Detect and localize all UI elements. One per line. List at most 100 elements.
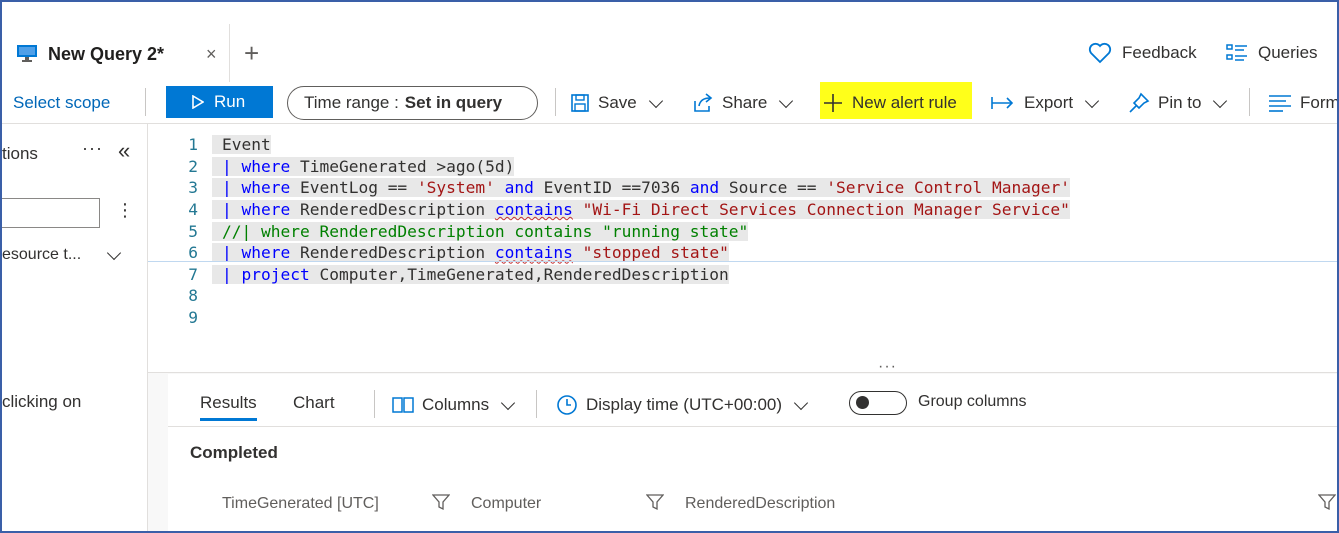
line-number: 7 bbox=[188, 264, 198, 284]
monitor-icon bbox=[17, 45, 37, 62]
divider bbox=[168, 426, 1337, 427]
time-range-picker[interactable]: Time range : Set in query bbox=[287, 86, 538, 120]
heart-icon bbox=[1088, 42, 1112, 64]
filter-icon[interactable] bbox=[1318, 493, 1336, 511]
tab-bar: New Query 2* × + Feedback Queries bbox=[2, 2, 1337, 82]
plus-icon bbox=[824, 94, 842, 112]
resource-filter-label: esource t... bbox=[2, 246, 82, 263]
code-text: | where TimeGenerated >ago(5d) bbox=[212, 156, 515, 176]
clock-icon bbox=[557, 395, 577, 415]
line-number: 6 bbox=[188, 243, 198, 263]
add-tab-icon[interactable]: + bbox=[244, 38, 259, 69]
query-editor[interactable]: 1 Event 2 | where TimeGenerated >ago(5d)… bbox=[148, 124, 1337, 370]
window-frame: New Query 2* × + Feedback Queries Select… bbox=[0, 0, 1339, 533]
new-alert-rule-button[interactable]: New alert rule bbox=[822, 92, 957, 114]
line-number: 1 bbox=[188, 135, 198, 155]
select-scope-link[interactable]: Select scope bbox=[13, 93, 110, 113]
save-label: Save bbox=[598, 93, 637, 112]
code-comment: //| where RenderedDescription contains "… bbox=[212, 221, 749, 241]
line-number: 8 bbox=[188, 286, 198, 306]
columns-icon bbox=[392, 397, 414, 413]
divider bbox=[1249, 88, 1250, 116]
time-range-value: Set in query bbox=[404, 93, 503, 112]
close-icon[interactable]: × bbox=[206, 44, 217, 65]
export-button[interactable]: Export bbox=[990, 92, 1100, 114]
pin-icon bbox=[1129, 92, 1150, 113]
chevron-down-icon bbox=[793, 395, 809, 410]
queries-button[interactable]: Queries bbox=[1226, 40, 1318, 66]
column-header-rendereddescription[interactable]: RenderedDescription bbox=[685, 495, 835, 513]
chevron-down-icon bbox=[107, 245, 122, 260]
toggle-knob bbox=[856, 396, 869, 409]
new-alert-rule-label: New alert rule bbox=[852, 93, 957, 112]
panel-hint: clicking on bbox=[2, 392, 82, 411]
code-text: | where RenderedDescription contains "st… bbox=[212, 243, 729, 263]
divider bbox=[536, 390, 537, 418]
queries-icon bbox=[1226, 44, 1247, 61]
code-text: | project Computer,TimeGenerated,Rendere… bbox=[212, 264, 729, 284]
save-button[interactable]: Save bbox=[570, 92, 663, 114]
left-panel: tions ··· « ⋮ esource t... clicking on bbox=[2, 124, 148, 531]
line-number: 3 bbox=[188, 178, 198, 198]
pin-to-button[interactable]: Pin to bbox=[1128, 92, 1228, 114]
divider bbox=[374, 390, 375, 418]
line-number: 2 bbox=[188, 156, 198, 176]
toolbar: Select scope Run Time range : Set in que… bbox=[2, 82, 1337, 124]
format-label: Form bbox=[1300, 93, 1339, 112]
group-columns-toggle[interactable] bbox=[849, 391, 907, 415]
divider bbox=[145, 88, 146, 116]
export-icon bbox=[991, 97, 1014, 109]
group-columns-label: Group columns bbox=[918, 393, 1027, 410]
code-text: Event bbox=[212, 135, 271, 155]
status-text: Completed bbox=[190, 443, 278, 462]
divider bbox=[555, 88, 556, 116]
feedback-label: Feedback bbox=[1122, 43, 1197, 62]
format-icon bbox=[1269, 95, 1291, 112]
filter-icon[interactable] bbox=[432, 493, 450, 511]
code-line: 2 | where TimeGenerated >ago(5d) bbox=[148, 156, 1337, 178]
line-number: 9 bbox=[188, 308, 198, 328]
chevron-down-icon bbox=[1085, 93, 1100, 108]
chevron-down-icon bbox=[501, 395, 516, 410]
tab-chart[interactable]: Chart bbox=[293, 393, 335, 413]
save-icon bbox=[571, 94, 589, 112]
vertical-dots-icon[interactable]: ⋮ bbox=[116, 200, 134, 221]
chevron-down-icon bbox=[648, 93, 663, 108]
format-button[interactable]: Form bbox=[1268, 92, 1339, 114]
code-line: 1 Event bbox=[148, 134, 1337, 156]
code-text: | where RenderedDescription contains "Wi… bbox=[212, 200, 1070, 220]
display-time-label: Display time (UTC+00:00) bbox=[586, 395, 783, 414]
columns-label: Columns bbox=[422, 395, 490, 414]
run-button[interactable]: Run bbox=[166, 86, 273, 118]
share-button[interactable]: Share bbox=[692, 92, 794, 114]
current-line-indicator bbox=[148, 261, 1337, 262]
search-input[interactable] bbox=[2, 198, 100, 228]
feedback-button[interactable]: Feedback bbox=[1088, 40, 1197, 66]
code-line: 9 bbox=[148, 307, 1337, 329]
column-header-computer[interactable]: Computer bbox=[471, 495, 541, 513]
more-options-icon[interactable]: ··· bbox=[82, 138, 103, 159]
collapse-icon[interactable]: « bbox=[118, 138, 130, 164]
filter-icon[interactable] bbox=[646, 493, 664, 511]
column-header-timegenerated[interactable]: TimeGenerated [UTC] bbox=[222, 495, 379, 513]
code-line: 5 //| where RenderedDescription contains… bbox=[148, 220, 1337, 242]
run-label: Run bbox=[214, 92, 246, 111]
line-number: 4 bbox=[188, 200, 198, 220]
play-icon bbox=[192, 95, 204, 109]
chevron-down-icon bbox=[1213, 93, 1228, 108]
export-label: Export bbox=[1024, 93, 1074, 112]
tab-results[interactable]: Results bbox=[200, 393, 257, 421]
share-label: Share bbox=[722, 93, 768, 112]
panel-heading: tions bbox=[2, 144, 38, 163]
query-tab[interactable]: New Query 2* × bbox=[2, 24, 230, 82]
display-time-dropdown[interactable]: Display time (UTC+00:00) bbox=[556, 394, 809, 416]
columns-button[interactable]: Columns bbox=[392, 394, 516, 416]
line-number: 5 bbox=[188, 221, 198, 241]
resource-type-filter[interactable]: esource t... bbox=[2, 245, 122, 264]
code-line: 3 | where EventLog == 'System' and Event… bbox=[148, 177, 1337, 199]
code-line: 4 | where RenderedDescription contains "… bbox=[148, 199, 1337, 221]
share-icon bbox=[694, 93, 713, 112]
code-line: 8 bbox=[148, 285, 1337, 307]
code-line: 7 | project Computer,TimeGenerated,Rende… bbox=[148, 264, 1337, 286]
code-text: | where EventLog == 'System' and EventID… bbox=[212, 178, 1070, 198]
